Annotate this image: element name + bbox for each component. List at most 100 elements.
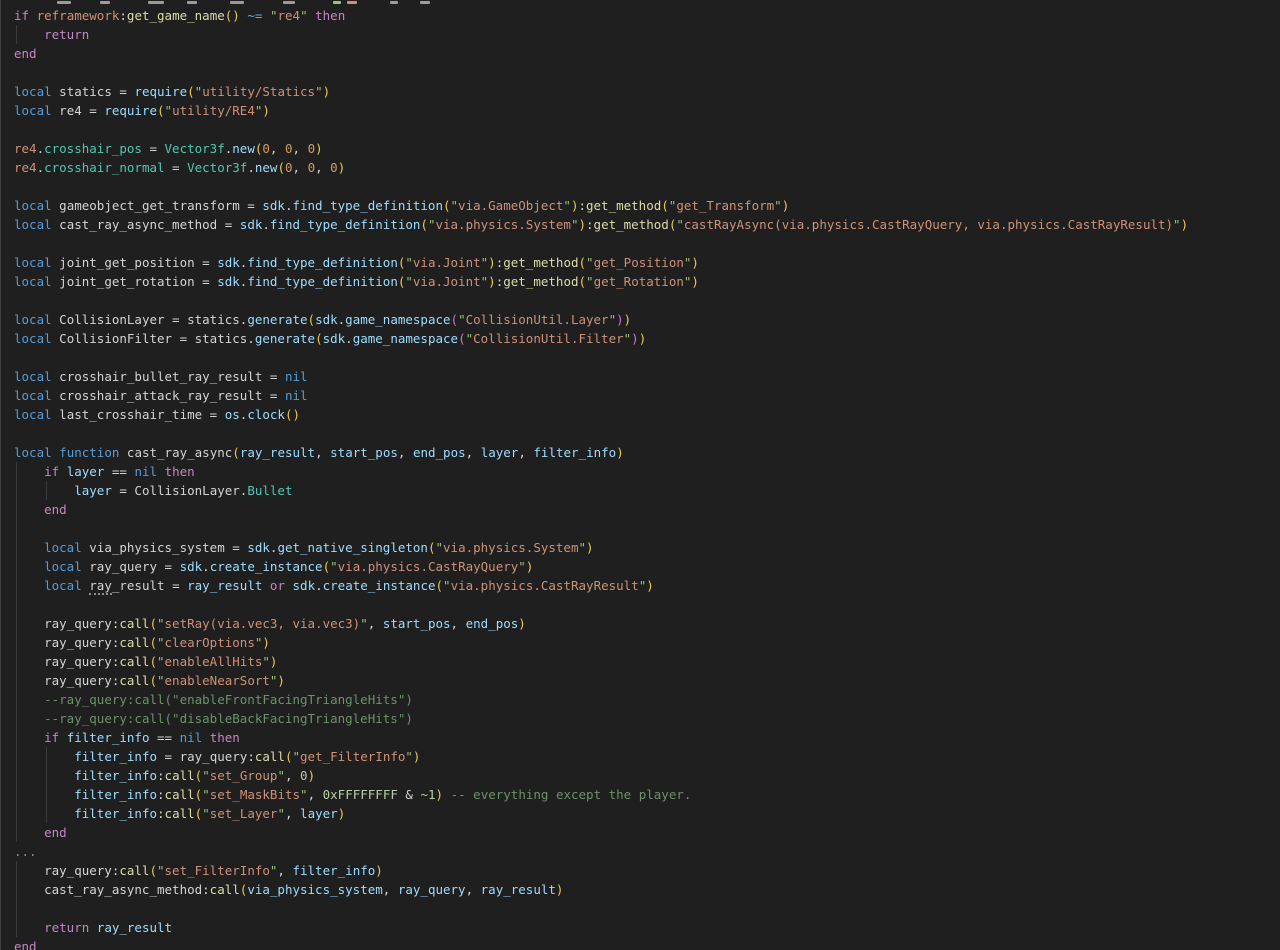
code-token: filter_info [74, 749, 157, 764]
code-line [0, 519, 1280, 538]
indent-guide [16, 462, 17, 481]
code-token: ( [157, 103, 165, 118]
code-token [14, 920, 44, 935]
code-token [14, 806, 74, 821]
code-token: " [293, 749, 301, 764]
clipped-text-fragment [230, 1, 244, 4]
code-token: ( [323, 559, 331, 574]
code-token [89, 920, 97, 935]
code-token: : [157, 787, 165, 802]
code-token: set_Group [210, 768, 278, 783]
clipped-text-fragment [187, 1, 197, 4]
code-token: sdk [217, 255, 240, 270]
code-token: Vector3f [187, 160, 247, 175]
code-token: then [315, 8, 345, 23]
code-token: . [37, 160, 45, 175]
code-token: ( [451, 312, 459, 327]
code-token: start_pos [383, 616, 451, 631]
code-token: " [277, 806, 285, 821]
code-line: if filter_info == nil then [0, 728, 1280, 747]
code-token: via.Joint [413, 274, 481, 289]
indent-guide [16, 595, 17, 614]
code-token [59, 464, 67, 479]
code-line: local ray_query = sdk.create_instance("v… [0, 557, 1280, 576]
code-token: or [270, 578, 285, 593]
code-token: ) [691, 274, 699, 289]
code-token: ) [639, 331, 647, 346]
code-token: layer [481, 445, 519, 460]
code-token: call [210, 882, 240, 897]
code-line [0, 177, 1280, 196]
code-token [308, 8, 316, 23]
code-token: require [104, 103, 157, 118]
code-line: cast_ray_async_method:call(via_physics_s… [0, 880, 1280, 899]
code-token: utility/RE4 [172, 103, 255, 118]
code-token [262, 578, 270, 593]
code-token: generate [255, 331, 315, 346]
indent-guide [16, 918, 17, 937]
code-line: filter_info:call("set_MaskBits", 0xFFFFF… [0, 785, 1280, 804]
code-token: find_type_definition [247, 255, 398, 270]
indent-guide [46, 804, 47, 823]
code-token: clearOptions [165, 635, 255, 650]
indent-guide [46, 747, 47, 766]
code-line: ray_query:call("enableNearSort") [0, 671, 1280, 690]
code-token: " [466, 331, 474, 346]
code-token [14, 711, 44, 726]
clipped-text-fragment [148, 1, 164, 4]
code-line: local statics = require("utility/Statics… [0, 82, 1280, 101]
indent-guide [16, 671, 17, 690]
code-token: ) [578, 217, 586, 232]
code-token: " [405, 749, 413, 764]
code-token: " [435, 540, 443, 555]
code-token: , [270, 141, 285, 156]
code-token: set_MaskBits [210, 787, 300, 802]
clipped-text-fragment [347, 1, 357, 4]
code-token: utility/Statics [202, 84, 315, 99]
code-token: local [44, 540, 82, 555]
code-token: . [37, 141, 45, 156]
code-token: 0 [308, 141, 316, 156]
indent-guide [16, 538, 17, 557]
code-editor[interactable]: if reframework:get_game_name() ~= "re4" … [0, 0, 1280, 950]
code-line: ... [0, 842, 1280, 861]
code-token: , [277, 863, 292, 878]
code-token: ray_query: [14, 635, 119, 650]
code-token: ( [308, 312, 316, 327]
code-token: get_Position [594, 255, 684, 270]
code-token: ) [436, 787, 444, 802]
code-line: ray_query:call("clearOptions") [0, 633, 1280, 652]
code-token: = ray_query: [157, 749, 255, 764]
code-token: then [165, 464, 195, 479]
code-token: ) [782, 198, 790, 213]
code-token: if [14, 8, 29, 23]
code-token: ( [285, 749, 293, 764]
code-token: call [119, 673, 149, 688]
code-token: filter_info [74, 768, 157, 783]
code-token: " [202, 787, 210, 802]
code-token [14, 578, 44, 593]
code-token: ) [270, 654, 278, 669]
code-token: layer [67, 464, 105, 479]
code-line: end [0, 823, 1280, 842]
code-token: re4 [277, 8, 300, 23]
code-line: local ray_result = ray_result or sdk.cre… [0, 576, 1280, 595]
code-token [14, 825, 44, 840]
code-token: " [676, 217, 684, 232]
code-token [14, 559, 44, 574]
code-token: ( [149, 863, 157, 878]
code-token: Vector3f [165, 141, 225, 156]
clipped-text-fragment [333, 1, 341, 4]
code-token: , [451, 616, 466, 631]
code-line [0, 234, 1280, 253]
code-token: = CollisionLayer. [112, 483, 247, 498]
code-line: return ray_result [0, 918, 1280, 937]
code-token: ) [262, 103, 270, 118]
code-token [14, 502, 44, 517]
code-token: layer [300, 806, 338, 821]
code-token: sdk [323, 331, 346, 346]
code-token: ray_query [398, 882, 466, 897]
indent-guide [16, 899, 17, 918]
code-token: re4 [14, 141, 37, 156]
indent-guide [16, 747, 17, 766]
